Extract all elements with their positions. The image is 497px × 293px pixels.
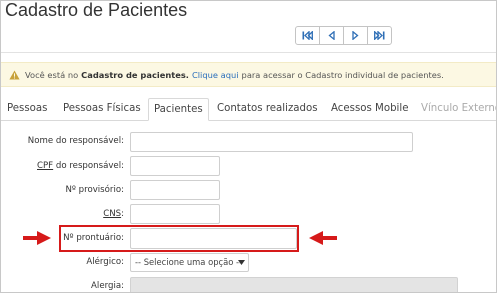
warning-icon: [9, 70, 20, 79]
skip-first-icon: [302, 31, 313, 40]
previous-record-button[interactable]: [319, 26, 344, 45]
last-record-button[interactable]: [367, 26, 392, 45]
cpf-input[interactable]: [130, 156, 220, 176]
cpf-label-rest: do responsável:: [55, 161, 124, 171]
cns-abbr: CNS: [103, 209, 122, 219]
next-record-button[interactable]: [343, 26, 368, 45]
cpf-label: CPF do responsável:: [37, 161, 124, 171]
alert-prefix: Você está no: [25, 69, 79, 80]
skip-last-icon: [374, 31, 385, 40]
provisorio-label: Nº provisório:: [65, 185, 124, 195]
responsavel-label: Nome do responsável:: [27, 136, 124, 146]
record-pager: [295, 26, 392, 45]
alert-link[interactable]: Clique aqui: [192, 70, 239, 80]
alergico-select[interactable]: -- Selecione uma opção --: [130, 253, 249, 272]
page-title: Cadastro de Pacientes: [5, 0, 188, 20]
alergia-input: [130, 277, 458, 292]
tab-pessoas[interactable]: Pessoas: [7, 98, 47, 120]
cpf-abbr: CPF: [37, 161, 54, 171]
alergia-label: Alergia:: [91, 281, 124, 291]
alert-suffix: para acessar o Cadastro individual de pa…: [241, 69, 444, 80]
tab-contatos-realizados[interactable]: Contatos realizados: [217, 98, 318, 120]
tab-bar: Pessoas Pessoas Físicas Pacientes Contat…: [1, 98, 497, 121]
triangle-left-icon: [328, 31, 335, 40]
cns-input[interactable]: [130, 204, 220, 224]
prontuario-highlight-box: [59, 225, 299, 252]
alergico-label: Alérgico:: [86, 257, 124, 267]
tab-vinculo-externo: Vínculo Externo: [421, 103, 497, 114]
alergico-select-value: -- Selecione uma opção --: [135, 257, 243, 267]
arrow-right-icon: [23, 231, 51, 245]
responsavel-input[interactable]: [130, 132, 413, 152]
provisorio-input[interactable]: [130, 180, 220, 200]
cns-colon: :: [121, 209, 124, 219]
alert-bold-text: Cadastro de pacientes.: [81, 69, 189, 80]
first-record-button[interactable]: [295, 26, 320, 45]
header-divider: [1, 52, 496, 53]
tab-pessoas-fisicas[interactable]: Pessoas Físicas: [63, 98, 141, 120]
tab-pacientes[interactable]: Pacientes: [148, 98, 209, 121]
tab-acessos-mobile[interactable]: Acessos Mobile: [331, 98, 408, 120]
cns-label: CNS:: [103, 209, 124, 219]
chevron-down-icon: [238, 260, 245, 265]
triangle-right-icon: [352, 31, 359, 40]
app-window: Cadastro de Pacientes Você está no Cadas…: [0, 0, 497, 293]
info-alert: Você está no Cadastro de pacientes. Cliq…: [1, 62, 496, 87]
arrow-left-icon: [309, 231, 337, 245]
